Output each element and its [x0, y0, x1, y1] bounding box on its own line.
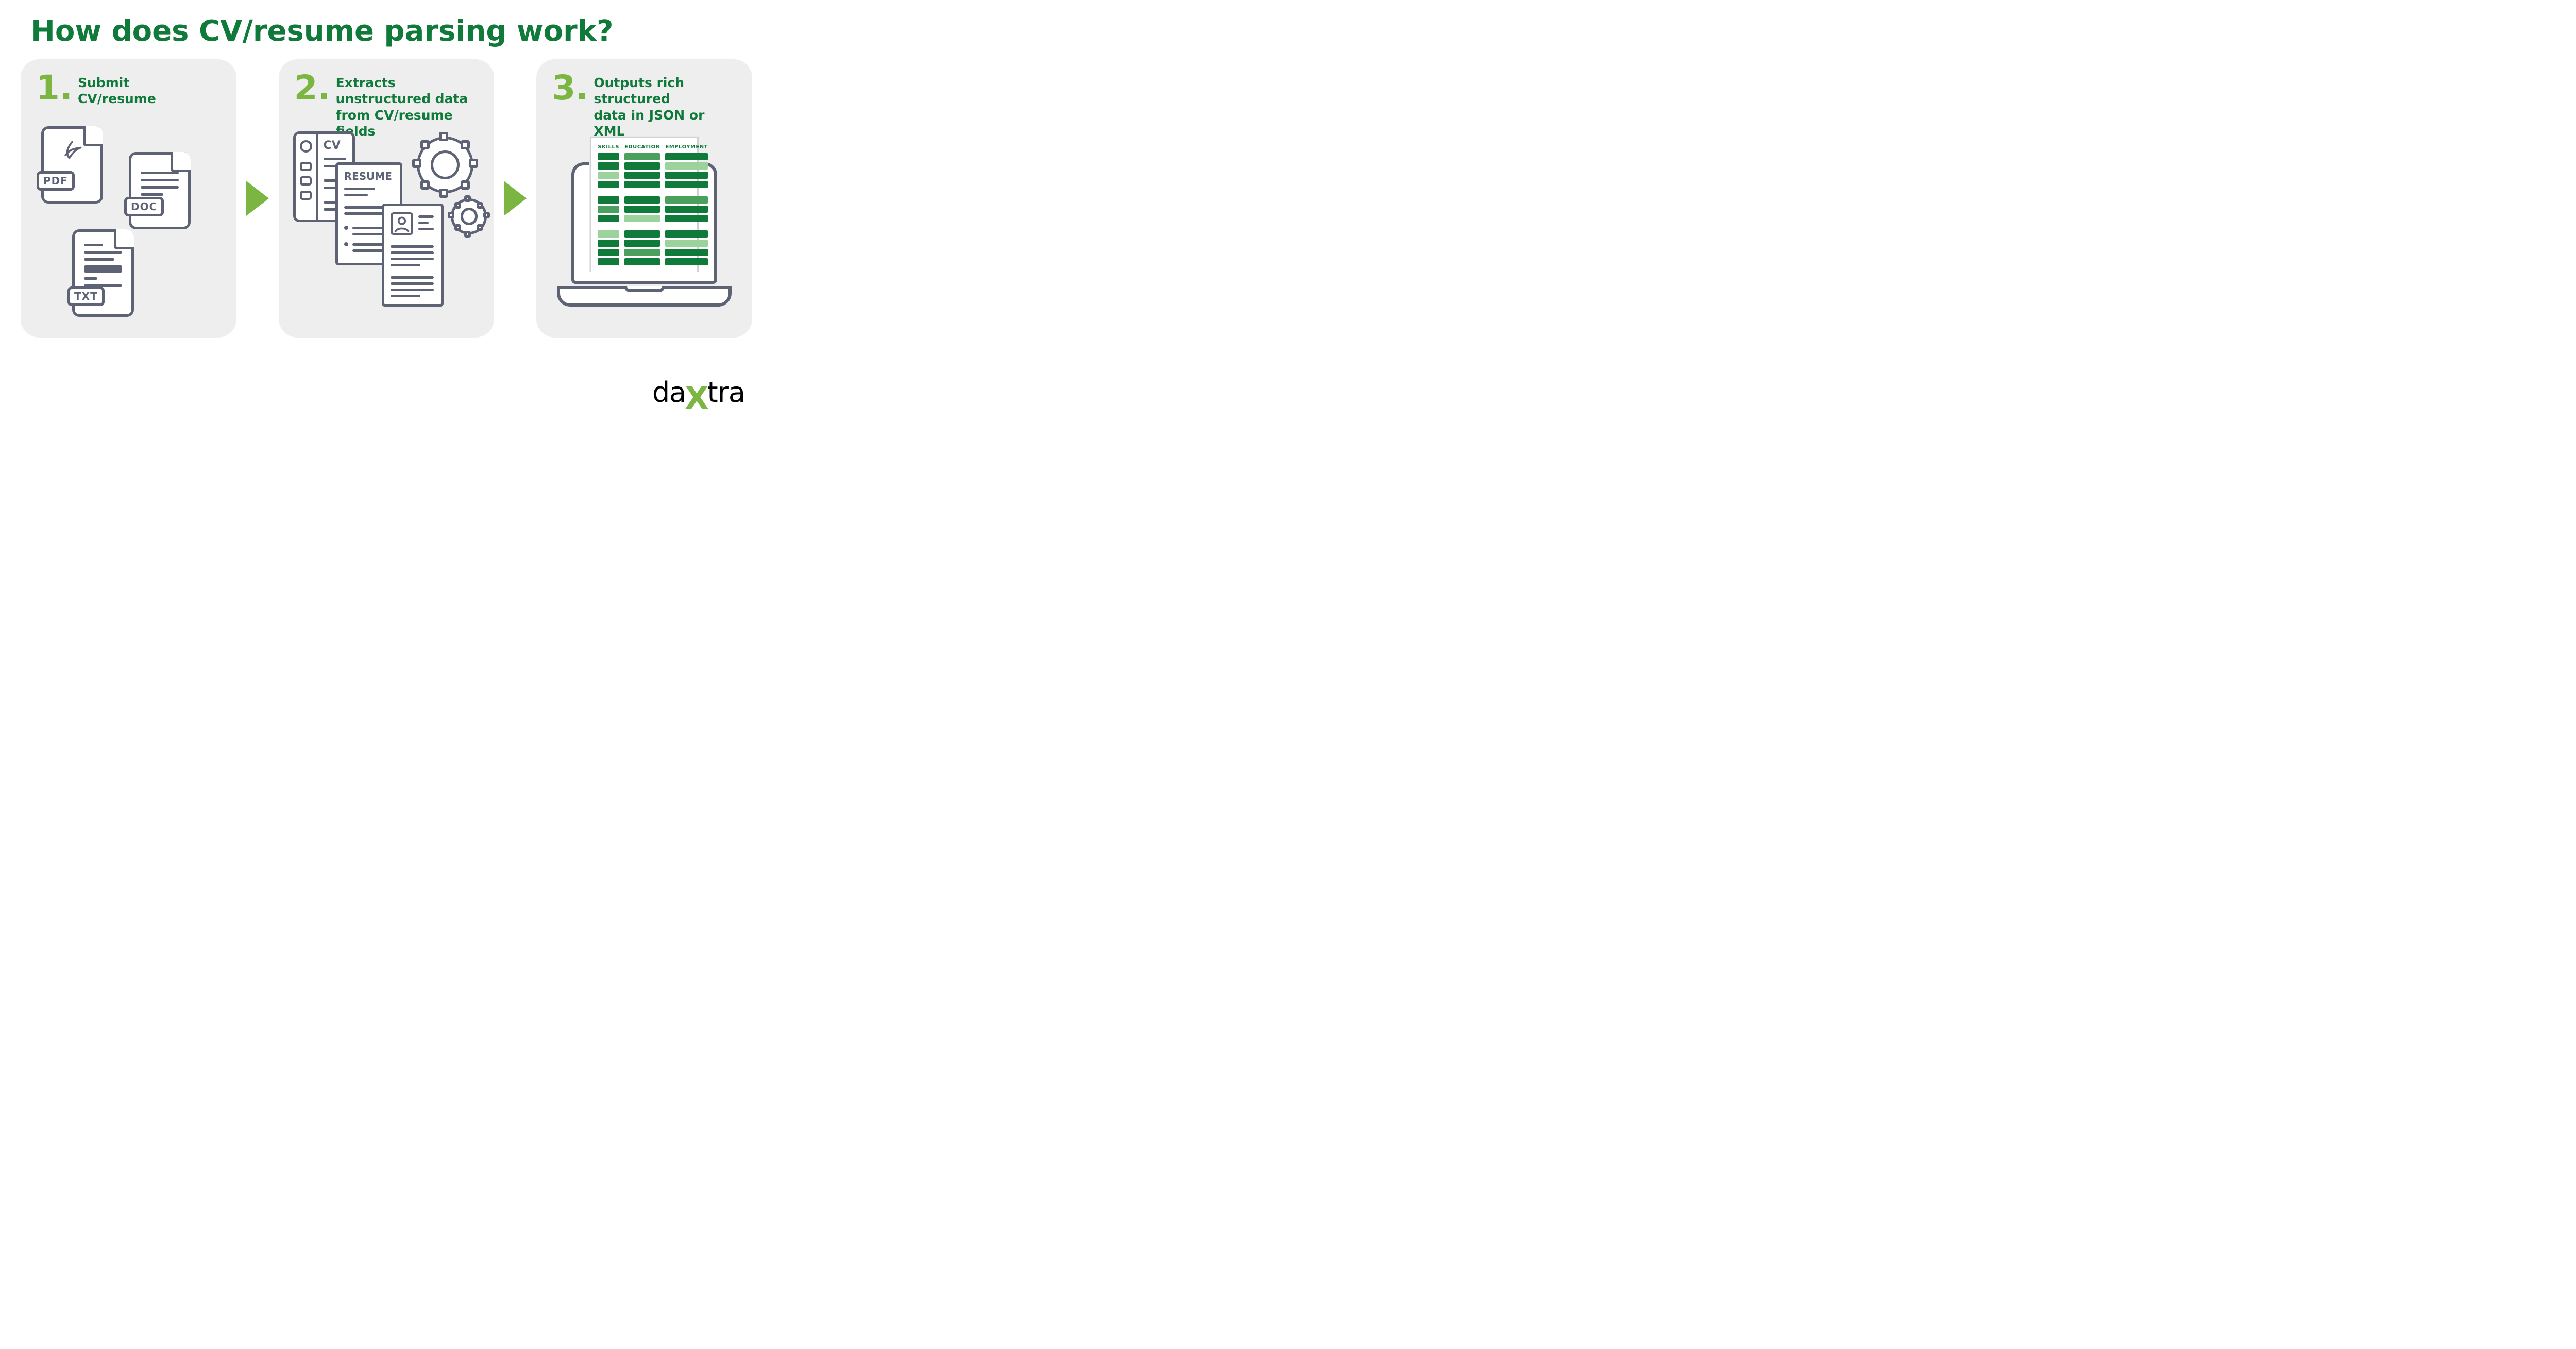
arrow-icon: [246, 181, 269, 216]
step-1-illustration: PDF DOC TXT: [21, 121, 236, 325]
profile-doc-icon: [382, 204, 444, 307]
arrow-icon: [504, 181, 527, 216]
doc-label: DOC: [124, 197, 164, 216]
laptop-icon: SKILLS EDUCATION: [557, 137, 732, 320]
resume-label: RESUME: [344, 170, 392, 182]
step-3-number: 3.: [552, 73, 588, 103]
acrobat-icon: [44, 139, 100, 162]
sheet-header-education: EDUCATION: [624, 144, 660, 150]
step-2-card: 2. Extracts unstructured datafrom CV/res…: [279, 59, 495, 338]
daxtra-logo: daXtra: [652, 376, 745, 409]
step-3-illustration: SKILLS EDUCATION: [536, 121, 752, 325]
txt-file-icon: TXT: [72, 229, 134, 317]
data-sheet: SKILLS EDUCATION: [590, 137, 699, 272]
gear-icon-small: [451, 198, 487, 234]
pdf-label: PDF: [37, 171, 75, 191]
doc-file-icon: DOC: [129, 152, 191, 229]
page-title: How does CV/resume parsing work?: [31, 14, 773, 48]
step-1-card: 1. SubmitCV/resume PDF DOC TXT: [21, 59, 236, 338]
steps-row: 1. SubmitCV/resume PDF DOC TXT: [0, 59, 773, 338]
gear-icon: [417, 137, 473, 193]
cv-label: CV: [324, 139, 341, 152]
step-1-number: 1.: [36, 73, 73, 103]
step-1-text: SubmitCV/resume: [78, 73, 156, 107]
sheet-header-employment: EMPLOYMENT: [665, 144, 708, 150]
txt-label: TXT: [67, 286, 105, 306]
step-3-card: 3. Outputs rich structureddata in JSON o…: [536, 59, 752, 338]
pdf-file-icon: PDF: [41, 126, 103, 204]
step-2-number: 2.: [294, 73, 331, 103]
sheet-header-skills: SKILLS: [598, 144, 619, 150]
step-2-illustration: CV RESUME: [279, 121, 495, 325]
